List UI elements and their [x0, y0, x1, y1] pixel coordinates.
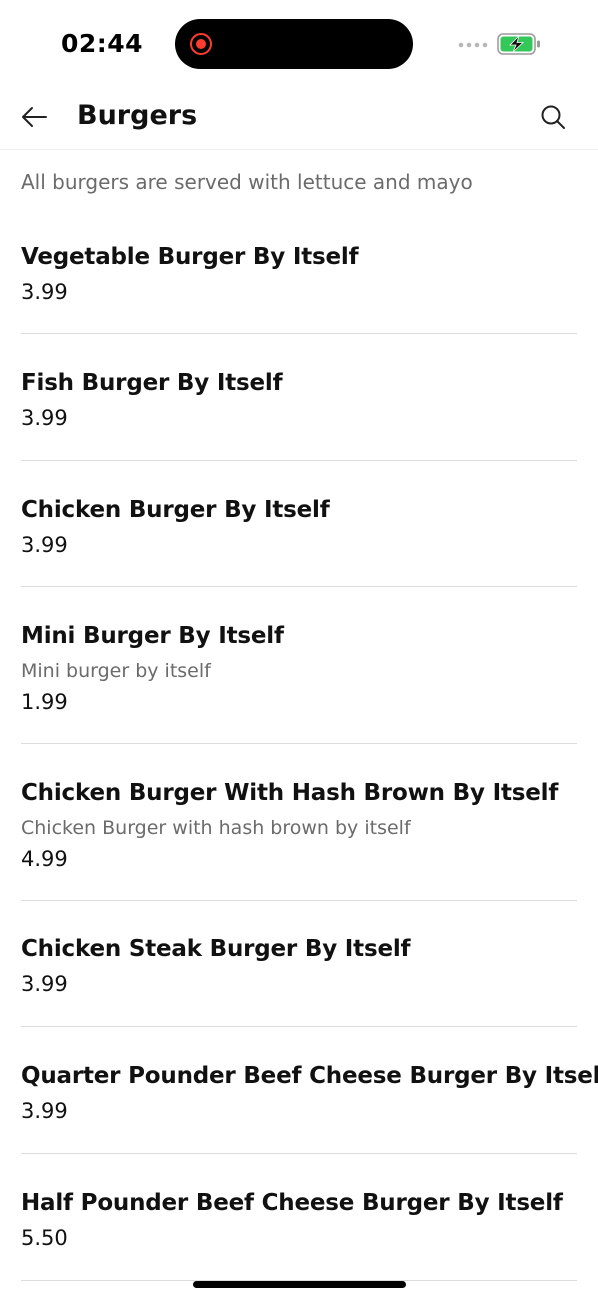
menu-item[interactable]: Chicken Burger With Hash Brown By Itself…: [21, 770, 577, 901]
item-price: 4.99: [21, 847, 68, 871]
item-price: 5.50: [21, 1226, 68, 1250]
item-description: Chicken Burger with hash brown by itself: [21, 817, 411, 839]
screen: 02:44 Burgers All burgers are served wit…: [0, 0, 598, 1300]
item-name: Mini Burger By Itself: [21, 623, 284, 649]
item-name: Chicken Steak Burger By Itself: [21, 936, 411, 962]
home-indicator[interactable]: [193, 1281, 406, 1288]
item-name: Fish Burger By Itself: [21, 370, 283, 396]
signal-icon: [458, 42, 488, 48]
item-price: 3.99: [21, 1099, 68, 1123]
menu-item[interactable]: Chicken Steak Burger By Itself 3.99: [21, 926, 577, 1027]
menu-item[interactable]: Half Pounder Beef Cheese Burger By Itsel…: [21, 1180, 577, 1281]
item-name: Quarter Pounder Beef Cheese Burger By It…: [21, 1063, 598, 1089]
item-name: Vegetable Burger By Itself: [21, 244, 359, 270]
top-app-bar: Burgers: [0, 88, 598, 150]
menu-item[interactable]: Quarter Pounder Beef Cheese Burger By It…: [21, 1053, 598, 1154]
status-bar: 02:44: [0, 0, 598, 88]
item-name: Half Pounder Beef Cheese Burger By Itsel…: [21, 1190, 563, 1216]
arrow-left-icon: [22, 107, 47, 127]
status-time: 02:44: [61, 29, 144, 58]
battery-charging-icon: [497, 33, 540, 55]
page-title: Burgers: [77, 100, 198, 131]
item-price: 1.99: [21, 690, 68, 714]
category-description: All burgers are served with lettuce and …: [21, 170, 473, 194]
menu-item[interactable]: Mini Burger By Itself Mini burger by its…: [21, 613, 577, 744]
item-price: 3.99: [21, 406, 68, 430]
menu-item[interactable]: Chicken Burger By Itself 3.99: [21, 487, 577, 587]
item-price: 3.99: [21, 280, 68, 304]
item-name: Chicken Burger By Itself: [21, 497, 330, 523]
search-icon: [541, 105, 565, 129]
dynamic-island: [175, 19, 413, 69]
back-button[interactable]: [16, 99, 52, 135]
item-price: 3.99: [21, 972, 68, 996]
recording-icon: [190, 33, 212, 55]
search-button[interactable]: [534, 98, 572, 136]
item-description: Mini burger by itself: [21, 660, 211, 682]
item-price: 3.99: [21, 533, 68, 557]
menu-item[interactable]: Vegetable Burger By Itself 3.99: [21, 234, 577, 334]
item-name: Chicken Burger With Hash Brown By Itself: [21, 780, 559, 806]
menu-item[interactable]: Fish Burger By Itself 3.99: [21, 360, 577, 461]
